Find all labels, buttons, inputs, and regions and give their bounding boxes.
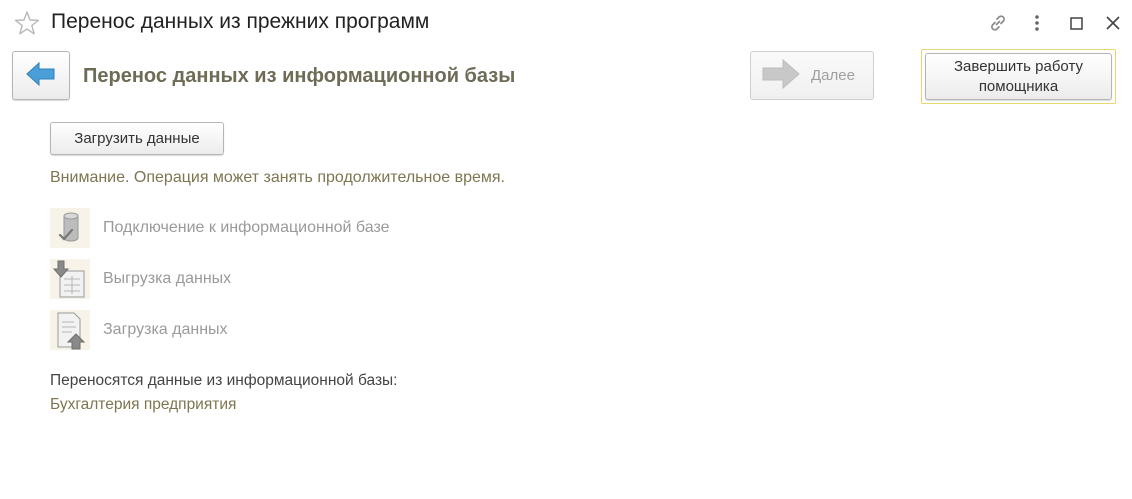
star-icon[interactable] <box>14 10 40 36</box>
maximize-icon[interactable] <box>1064 11 1088 35</box>
export-data-icon <box>50 259 90 299</box>
source-infobase-link[interactable]: Бухгалтерия предприятия <box>50 396 236 414</box>
step-export-label: Выгрузка данных <box>103 270 232 287</box>
forward-arrow-icon <box>761 57 801 95</box>
back-button[interactable] <box>12 51 70 100</box>
step-connect-label: Подключение к информационной базе <box>103 219 390 236</box>
section-title: Перенос данных из информационной базы <box>83 65 516 87</box>
close-icon[interactable] <box>1101 11 1125 35</box>
link-icon[interactable] <box>986 11 1010 35</box>
next-button-label: Далее <box>811 67 855 84</box>
step-import-label: Загрузка данных <box>103 321 228 338</box>
load-data-button[interactable]: Загрузить данные <box>50 122 224 155</box>
next-button[interactable]: Далее <box>750 51 874 100</box>
finish-wizard-button[interactable]: Завершить работу помощника <box>925 53 1112 100</box>
database-check-icon <box>50 208 90 248</box>
back-arrow-icon <box>26 61 56 91</box>
source-label: Переносятся данные из информационной баз… <box>50 372 398 389</box>
warning-text: Внимание. Операция может занять продолжи… <box>50 169 505 186</box>
finish-button-label-line1: Завершить работу <box>954 57 1083 75</box>
more-icon[interactable] <box>1025 11 1049 35</box>
window-title: Перенос данных из прежних программ <box>51 10 430 33</box>
import-data-icon <box>50 310 90 350</box>
finish-button-label-line2: помощника <box>978 77 1059 95</box>
